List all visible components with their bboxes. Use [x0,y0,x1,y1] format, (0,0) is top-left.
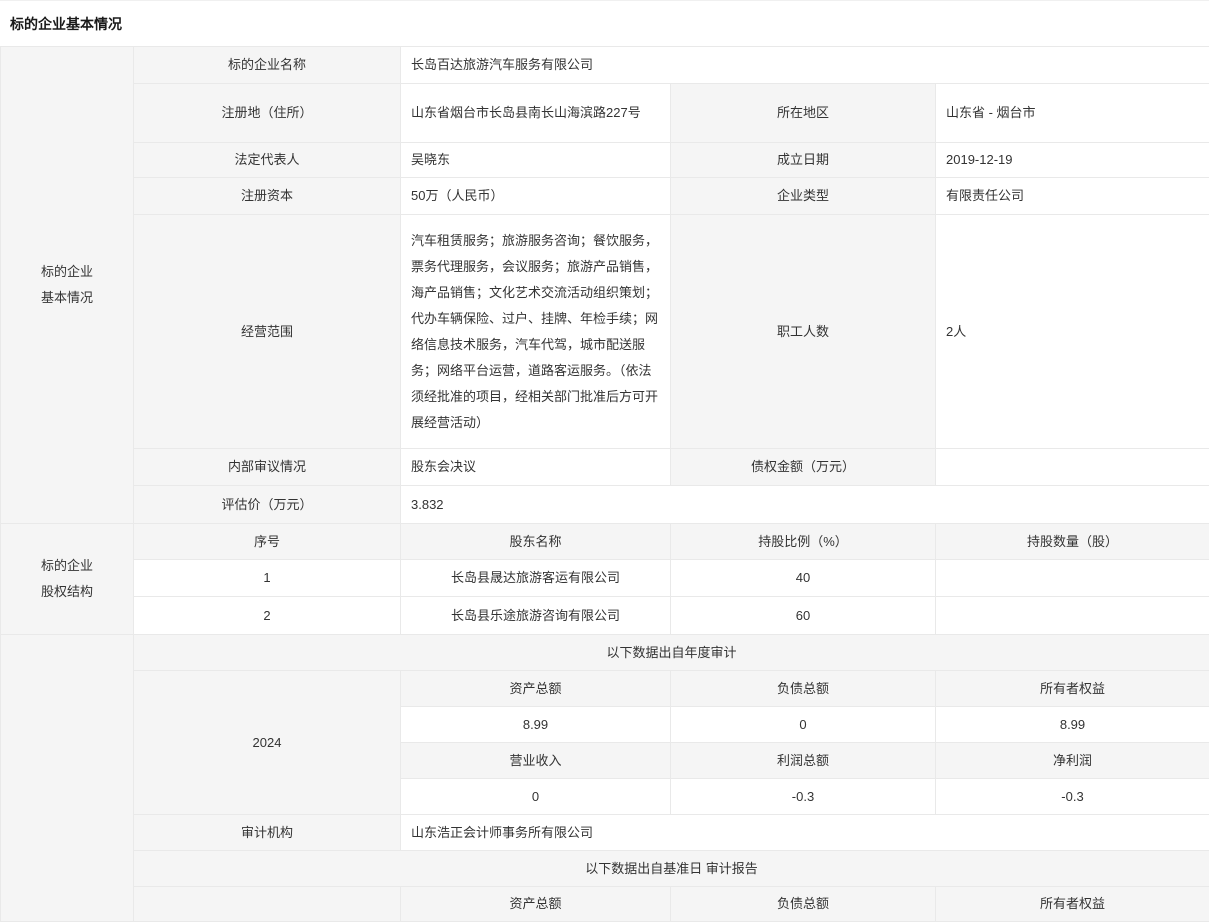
audit-value-total-profit: -0.3 [671,779,936,815]
equity-header-shares: 持股数量（股） [936,524,1209,560]
table-row: 评估价（万元） 3.832 [1,486,1209,524]
audit-baseline-empty-cell [134,887,401,922]
page-title: 标的企业基本情况 [0,1,1209,46]
table-row: 注册资本 50万（人民币） 企业类型 有限责任公司 [1,178,1209,215]
field-label-region: 所在地区 [671,84,936,143]
field-value-established-date: 2019-12-19 [936,143,1209,178]
table-row: 标的企业 股权结构 序号 股东名称 持股比例（%） 持股数量（股） [1,524,1209,560]
group-label-audit-empty [1,635,134,922]
audit-header-owner-equity: 所有者权益 [936,671,1209,707]
field-label-internal-review: 内部审议情况 [134,449,401,486]
table-row: 资产总额 负债总额 所有者权益 [1,887,1209,922]
table-row: 经营范围 汽车租赁服务；旅游服务咨询；餐饮服务，票务代理服务，会议服务；旅游产品… [1,215,1209,449]
field-label-employees: 职工人数 [671,215,936,449]
equity-row-ratio: 40 [671,560,936,597]
audit-agency-label: 审计机构 [134,815,401,851]
audit-header-revenue: 营业收入 [401,743,671,779]
field-label-registered-address: 注册地（住所） [134,84,401,143]
equity-header-ratio: 持股比例（%） [671,524,936,560]
field-value-appraisal-price: 3.832 [401,486,1209,524]
equity-row-shares [936,560,1209,597]
equity-row-shares [936,597,1209,635]
audit-header-total-liabilities: 负债总额 [671,671,936,707]
equity-row-shareholder-name: 长岛县乐途旅游咨询有限公司 [401,597,671,635]
audit-value-revenue: 0 [401,779,671,815]
field-label-established-date: 成立日期 [671,143,936,178]
group-label-basic-info: 标的企业 基本情况 [1,47,134,524]
enterprise-info-table: 标的企业 基本情况 标的企业名称 长岛百达旅游汽车服务有限公司 注册地（住所） … [0,46,1209,922]
equity-row-no: 2 [134,597,401,635]
audit-header-net-profit: 净利润 [936,743,1209,779]
table-row: 审计机构 山东浩正会计师事务所有限公司 [1,815,1209,851]
group-label-equity-line2: 股权结构 [11,579,123,605]
field-label-company-name: 标的企业名称 [134,47,401,84]
audit-value-owner-equity: 8.99 [936,707,1209,743]
table-row: 标的企业 基本情况 标的企业名称 长岛百达旅游汽车服务有限公司 [1,47,1209,84]
field-value-company-name: 长岛百达旅游汽车服务有限公司 [401,47,1209,84]
audit-agency-value: 山东浩正会计师事务所有限公司 [401,815,1209,851]
field-label-debt-amount: 债权金额（万元） [671,449,936,486]
audit-annual-title: 以下数据出自年度审计 [134,635,1209,671]
audit-header-total-profit: 利润总额 [671,743,936,779]
group-label-basic-line2: 基本情况 [11,285,123,311]
field-label-appraisal-price: 评估价（万元） [134,486,401,524]
equity-header-no: 序号 [134,524,401,560]
equity-header-shareholder-name: 股东名称 [401,524,671,560]
audit-value-total-assets: 8.99 [401,707,671,743]
equity-row-ratio: 60 [671,597,936,635]
table-row: 2024 资产总额 负债总额 所有者权益 [1,671,1209,707]
field-label-registered-capital: 注册资本 [134,178,401,215]
field-value-business-scope: 汽车租赁服务；旅游服务咨询；餐饮服务，票务代理服务，会议服务；旅游产品销售，海产… [401,215,671,449]
equity-row-shareholder-name: 长岛县晟达旅游客运有限公司 [401,560,671,597]
table-row: 注册地（住所） 山东省烟台市长岛县南长山海滨路227号 所在地区 山东省 - 烟… [1,84,1209,143]
group-label-equity-line1: 标的企业 [11,553,123,579]
table-row: 以下数据出自基准日 审计报告 [1,851,1209,887]
field-value-registered-capital: 50万（人民币） [401,178,671,215]
audit-value-total-liabilities: 0 [671,707,936,743]
table-row: 以下数据出自年度审计 [1,635,1209,671]
field-value-legal-representative: 吴晓东 [401,143,671,178]
field-label-legal-representative: 法定代表人 [134,143,401,178]
field-value-registered-address: 山东省烟台市长岛县南长山海滨路227号 [401,84,671,143]
audit-header-total-assets: 资产总额 [401,671,671,707]
table-row: 2 长岛县乐途旅游咨询有限公司 60 [1,597,1209,635]
field-value-employees: 2人 [936,215,1209,449]
field-value-region: 山东省 - 烟台市 [936,84,1209,143]
table-row: 法定代表人 吴晓东 成立日期 2019-12-19 [1,143,1209,178]
table-row: 1 长岛县晟达旅游客运有限公司 40 [1,560,1209,597]
equity-row-no: 1 [134,560,401,597]
audit-baseline-header-owner-equity: 所有者权益 [936,887,1209,922]
field-label-company-type: 企业类型 [671,178,936,215]
field-value-internal-review: 股东会决议 [401,449,671,486]
field-label-business-scope: 经营范围 [134,215,401,449]
audit-baseline-title: 以下数据出自基准日 审计报告 [134,851,1209,887]
audit-baseline-header-total-liabilities: 负债总额 [671,887,936,922]
field-value-debt-amount [936,449,1209,486]
audit-value-net-profit: -0.3 [936,779,1209,815]
audit-year-cell: 2024 [134,671,401,815]
group-label-equity-structure: 标的企业 股权结构 [1,524,134,635]
field-value-company-type: 有限责任公司 [936,178,1209,215]
table-row: 内部审议情况 股东会决议 债权金额（万元） [1,449,1209,486]
group-label-basic-line1: 标的企业 [11,259,123,285]
audit-baseline-header-total-assets: 资产总额 [401,887,671,922]
